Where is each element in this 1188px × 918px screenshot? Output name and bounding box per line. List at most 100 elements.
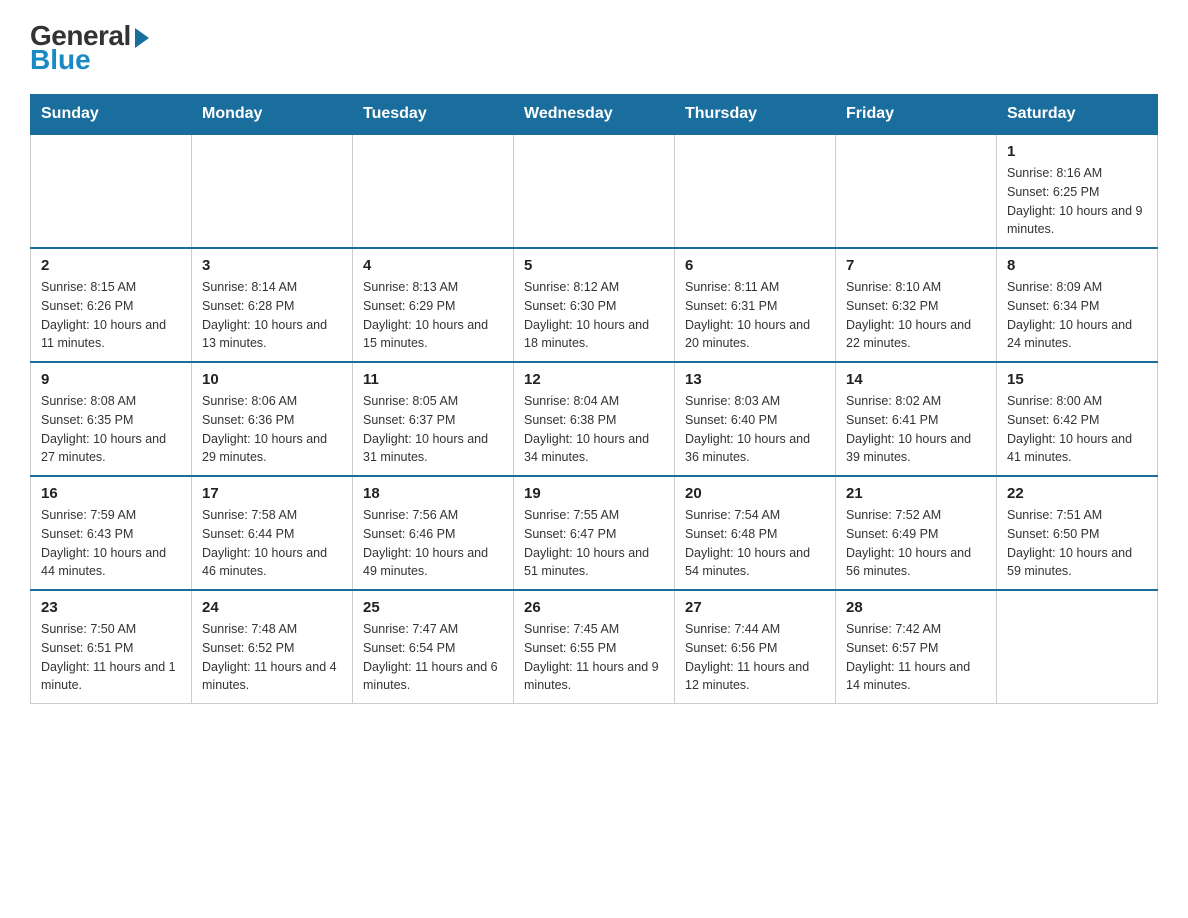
day-number: 10 xyxy=(202,371,342,388)
day-info: Sunrise: 8:03 AM Sunset: 6:40 PM Dayligh… xyxy=(685,392,825,467)
calendar-day-cell: 14 Sunrise: 8:02 AM Sunset: 6:41 PM Dayli… xyxy=(836,362,997,476)
calendar-day-cell: 22Sunrise: 7:51 AM Sunset: 6:50 PM Dayli… xyxy=(997,476,1158,590)
day-info: Sunrise: 7:47 AM Sunset: 6:54 PM Dayligh… xyxy=(363,620,503,695)
logo-blue-text: Blue xyxy=(30,44,91,76)
calendar-day-cell: 21 Sunrise: 7:52 AM Sunset: 6:49 PM Dayli… xyxy=(836,476,997,590)
calendar-day-cell: 19 Sunrise: 7:55 AM Sunset: 6:47 PM Dayli… xyxy=(514,476,675,590)
calendar-day-cell: 4 Sunrise: 8:13 AM Sunset: 6:29 PM Daylig… xyxy=(353,248,514,362)
day-number: 3 xyxy=(202,257,342,274)
calendar-day-header: Wednesday xyxy=(514,95,675,135)
day-number: 11 xyxy=(363,371,503,388)
calendar-day-cell: 8 Sunrise: 8:09 AM Sunset: 6:34 PM Daylig… xyxy=(997,248,1158,362)
calendar-day-header: Thursday xyxy=(675,95,836,135)
calendar-day-cell: 7 Sunrise: 8:10 AM Sunset: 6:32 PM Daylig… xyxy=(836,248,997,362)
day-info: Sunrise: 7:44 AM Sunset: 6:56 PM Dayligh… xyxy=(685,620,825,695)
day-info: Sunrise: 8:13 AM Sunset: 6:29 PM Dayligh… xyxy=(363,278,503,353)
day-number: 25 xyxy=(363,599,503,616)
calendar-day-cell: 26 Sunrise: 7:45 AM Sunset: 6:55 PM Dayli… xyxy=(514,590,675,704)
day-number: 21 xyxy=(846,485,986,502)
calendar-day-cell: 25 Sunrise: 7:47 AM Sunset: 6:54 PM Dayli… xyxy=(353,590,514,704)
calendar-day-cell xyxy=(836,134,997,248)
calendar-day-cell xyxy=(997,590,1158,704)
calendar-week-row: 23 Sunrise: 7:50 AM Sunset: 6:51 PM Dayli… xyxy=(31,590,1158,704)
day-number: 22 xyxy=(1007,485,1147,502)
day-number: 14 xyxy=(846,371,986,388)
day-number: 4 xyxy=(363,257,503,274)
logo-arrow-icon xyxy=(135,28,149,48)
day-number: 13 xyxy=(685,371,825,388)
day-number: 9 xyxy=(41,371,181,388)
calendar-day-header: Sunday xyxy=(31,95,192,135)
day-number: 1 xyxy=(1007,143,1147,160)
calendar-day-cell: 24Sunrise: 7:48 AM Sunset: 6:52 PM Dayli… xyxy=(192,590,353,704)
calendar-week-row: 2 Sunrise: 8:15 AM Sunset: 6:26 PM Daylig… xyxy=(31,248,1158,362)
day-info: Sunrise: 7:42 AM Sunset: 6:57 PM Dayligh… xyxy=(846,620,986,695)
day-info: Sunrise: 8:15 AM Sunset: 6:26 PM Dayligh… xyxy=(41,278,181,353)
day-number: 20 xyxy=(685,485,825,502)
day-info: Sunrise: 8:05 AM Sunset: 6:37 PM Dayligh… xyxy=(363,392,503,467)
calendar-day-cell: 1 Sunrise: 8:16 AM Sunset: 6:25 PM Daylig… xyxy=(997,134,1158,248)
day-number: 6 xyxy=(685,257,825,274)
calendar-day-cell: 13 Sunrise: 8:03 AM Sunset: 6:40 PM Dayli… xyxy=(675,362,836,476)
day-number: 23 xyxy=(41,599,181,616)
calendar-day-cell: 16 Sunrise: 7:59 AM Sunset: 6:43 PM Dayli… xyxy=(31,476,192,590)
day-number: 26 xyxy=(524,599,664,616)
calendar-week-row: 1 Sunrise: 8:16 AM Sunset: 6:25 PM Daylig… xyxy=(31,134,1158,248)
day-info: Sunrise: 8:11 AM Sunset: 6:31 PM Dayligh… xyxy=(685,278,825,353)
calendar-day-cell: 9Sunrise: 8:08 AM Sunset: 6:35 PM Daylig… xyxy=(31,362,192,476)
calendar-day-cell: 15 Sunrise: 8:00 AM Sunset: 6:42 PM Dayli… xyxy=(997,362,1158,476)
day-number: 18 xyxy=(363,485,503,502)
calendar-week-row: 16 Sunrise: 7:59 AM Sunset: 6:43 PM Dayli… xyxy=(31,476,1158,590)
day-info: Sunrise: 7:50 AM Sunset: 6:51 PM Dayligh… xyxy=(41,620,181,695)
day-info: Sunrise: 7:52 AM Sunset: 6:49 PM Dayligh… xyxy=(846,506,986,581)
calendar-day-cell xyxy=(31,134,192,248)
calendar-day-cell: 5 Sunrise: 8:12 AM Sunset: 6:30 PM Daylig… xyxy=(514,248,675,362)
day-info: Sunrise: 7:56 AM Sunset: 6:46 PM Dayligh… xyxy=(363,506,503,581)
day-info: Sunrise: 8:06 AM Sunset: 6:36 PM Dayligh… xyxy=(202,392,342,467)
calendar-day-header: Tuesday xyxy=(353,95,514,135)
calendar-day-cell: 20 Sunrise: 7:54 AM Sunset: 6:48 PM Dayli… xyxy=(675,476,836,590)
day-info: Sunrise: 8:02 AM Sunset: 6:41 PM Dayligh… xyxy=(846,392,986,467)
calendar-day-cell: 12 Sunrise: 8:04 AM Sunset: 6:38 PM Dayli… xyxy=(514,362,675,476)
day-number: 7 xyxy=(846,257,986,274)
day-number: 2 xyxy=(41,257,181,274)
day-info: Sunrise: 8:16 AM Sunset: 6:25 PM Dayligh… xyxy=(1007,164,1147,239)
day-number: 5 xyxy=(524,257,664,274)
calendar-day-cell xyxy=(514,134,675,248)
calendar-day-cell xyxy=(675,134,836,248)
logo: General Blue xyxy=(30,20,149,76)
day-number: 12 xyxy=(524,371,664,388)
calendar-day-cell: 18 Sunrise: 7:56 AM Sunset: 6:46 PM Dayli… xyxy=(353,476,514,590)
calendar-day-cell: 27Sunrise: 7:44 AM Sunset: 6:56 PM Dayli… xyxy=(675,590,836,704)
day-number: 28 xyxy=(846,599,986,616)
calendar-day-cell: 17 Sunrise: 7:58 AM Sunset: 6:44 PM Dayli… xyxy=(192,476,353,590)
day-info: Sunrise: 8:14 AM Sunset: 6:28 PM Dayligh… xyxy=(202,278,342,353)
day-info: Sunrise: 8:00 AM Sunset: 6:42 PM Dayligh… xyxy=(1007,392,1147,467)
day-number: 17 xyxy=(202,485,342,502)
calendar-day-cell: 28 Sunrise: 7:42 AM Sunset: 6:57 PM Dayli… xyxy=(836,590,997,704)
calendar-day-header: Friday xyxy=(836,95,997,135)
day-info: Sunrise: 7:45 AM Sunset: 6:55 PM Dayligh… xyxy=(524,620,664,695)
day-number: 24 xyxy=(202,599,342,616)
day-info: Sunrise: 7:55 AM Sunset: 6:47 PM Dayligh… xyxy=(524,506,664,581)
calendar-day-cell xyxy=(353,134,514,248)
day-number: 15 xyxy=(1007,371,1147,388)
day-info: Sunrise: 8:10 AM Sunset: 6:32 PM Dayligh… xyxy=(846,278,986,353)
day-number: 16 xyxy=(41,485,181,502)
day-info: Sunrise: 7:58 AM Sunset: 6:44 PM Dayligh… xyxy=(202,506,342,581)
calendar-week-row: 9Sunrise: 8:08 AM Sunset: 6:35 PM Daylig… xyxy=(31,362,1158,476)
day-info: Sunrise: 7:59 AM Sunset: 6:43 PM Dayligh… xyxy=(41,506,181,581)
day-info: Sunrise: 7:54 AM Sunset: 6:48 PM Dayligh… xyxy=(685,506,825,581)
page-header: General Blue xyxy=(30,20,1158,76)
calendar-day-cell: 10 Sunrise: 8:06 AM Sunset: 6:36 PM Dayli… xyxy=(192,362,353,476)
calendar-day-cell xyxy=(192,134,353,248)
calendar-day-cell: 11 Sunrise: 8:05 AM Sunset: 6:37 PM Dayli… xyxy=(353,362,514,476)
day-number: 19 xyxy=(524,485,664,502)
day-info: Sunrise: 8:12 AM Sunset: 6:30 PM Dayligh… xyxy=(524,278,664,353)
day-info: Sunrise: 8:09 AM Sunset: 6:34 PM Dayligh… xyxy=(1007,278,1147,353)
calendar-header-row: SundayMondayTuesdayWednesdayThursdayFrid… xyxy=(31,95,1158,135)
calendar-day-cell: 23 Sunrise: 7:50 AM Sunset: 6:51 PM Dayli… xyxy=(31,590,192,704)
calendar-day-header: Saturday xyxy=(997,95,1158,135)
day-number: 8 xyxy=(1007,257,1147,274)
day-info: Sunrise: 8:04 AM Sunset: 6:38 PM Dayligh… xyxy=(524,392,664,467)
